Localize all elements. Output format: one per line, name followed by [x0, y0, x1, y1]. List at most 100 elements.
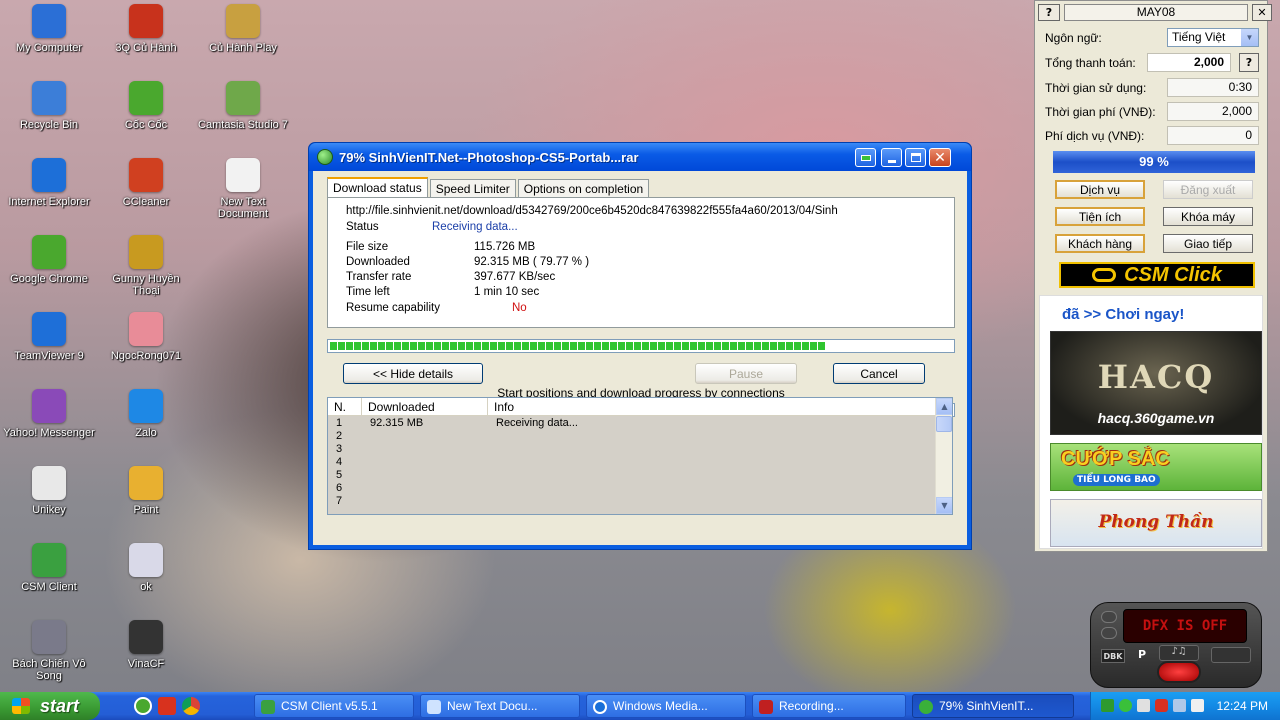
desktop-icon[interactable]: Camtasia Studio 7: [195, 81, 291, 131]
taskbar-windows-media[interactable]: Windows Media...: [586, 694, 746, 718]
idm-tray-icon[interactable]: [1119, 699, 1132, 712]
row-downloaded: [362, 443, 488, 456]
table-row[interactable]: 7: [328, 495, 952, 508]
service-button[interactable]: Dịch vụ: [1055, 180, 1145, 199]
scroll-thumb[interactable]: [936, 416, 952, 432]
desktop-icon[interactable]: Google Chrome: [1, 235, 97, 285]
desktop-icon[interactable]: Paint: [98, 466, 194, 516]
desktop-icon[interactable]: My Computer: [1, 4, 97, 54]
chrome-icon[interactable]: [182, 697, 200, 715]
media-power-icon[interactable]: [1157, 661, 1201, 683]
time-used-label: Thời gian sử dụng:: [1045, 81, 1147, 95]
transfer-rate-value: 397.677 KB/sec: [474, 271, 556, 283]
desktop-icon[interactable]: Zalo: [98, 389, 194, 439]
column-n[interactable]: N.: [328, 398, 362, 415]
desktop-icon[interactable]: New Text Document: [195, 158, 291, 220]
column-downloaded[interactable]: Downloaded: [362, 398, 488, 415]
communicate-button[interactable]: Giao tiếp: [1163, 234, 1253, 253]
taskbar-idm-download[interactable]: 79% SinhVienIT...: [912, 694, 1074, 718]
utilities-button[interactable]: Tiện ích: [1055, 207, 1145, 226]
csm-logo-text: CSM Click: [1124, 263, 1222, 286]
scroll-up-button[interactable]: ▲: [936, 398, 952, 415]
desktop-icon[interactable]: Yahoo! Messenger: [1, 389, 97, 439]
hide-details-button[interactable]: << Hide details: [343, 363, 483, 384]
desktop-icon[interactable]: Củ Hành Play: [195, 4, 291, 54]
media-down-button[interactable]: [1101, 627, 1117, 639]
monitor-icon[interactable]: [1173, 699, 1186, 712]
pause-button[interactable]: Pause: [695, 363, 797, 384]
media-dbk-button[interactable]: DBK: [1101, 649, 1125, 663]
promo-text[interactable]: đã >> Chơi ngay!: [1062, 306, 1184, 323]
idm-download-window[interactable]: 79% SinhVienIT.Net--Photoshop-CS5-Portab…: [308, 142, 972, 550]
idm-tray-button[interactable]: [855, 148, 876, 167]
camtasia-icon: [226, 81, 260, 115]
desktop-icon[interactable]: CCleaner: [98, 158, 194, 208]
row-number: 2: [336, 430, 343, 442]
desktop-icon[interactable]: Internet Explorer: [1, 158, 97, 208]
service-fee-value: 0: [1167, 126, 1259, 145]
row-downloaded: [362, 456, 488, 469]
desktop-icon[interactable]: Cốc Cốc: [98, 81, 194, 131]
cancel-button[interactable]: Cancel: [833, 363, 925, 384]
desktop-icon[interactable]: Recycle Bin: [1, 81, 97, 131]
csm-help-button[interactable]: ?: [1038, 4, 1060, 21]
ad-banner-phong-than[interactable]: Phong Thần: [1050, 499, 1262, 547]
csm-client-icon: [32, 543, 66, 577]
desktop-icon-label: Camtasia Studio 7: [198, 119, 288, 131]
connections-list[interactable]: N. Downloaded Info 1 92.315 MB Receiving d…: [327, 397, 953, 515]
language-select[interactable]: Tiếng Việt ▼: [1167, 28, 1259, 47]
media-p-button[interactable]: P: [1133, 647, 1151, 663]
csm-close-button[interactable]: ✕: [1252, 4, 1272, 21]
pdf-icon[interactable]: [158, 697, 176, 715]
total-help-button[interactable]: ?: [1239, 53, 1259, 72]
clock[interactable]: 12:24 PM: [1217, 699, 1268, 713]
shield-icon[interactable]: [1155, 699, 1168, 712]
desktop-icon[interactable]: ok: [98, 543, 194, 593]
vertical-scrollbar[interactable]: ▲ ▼: [935, 398, 952, 514]
column-info[interactable]: Info: [488, 398, 926, 415]
table-row[interactable]: 2: [328, 430, 952, 443]
table-row[interactable]: 6: [328, 482, 952, 495]
desktop-icon[interactable]: 3Q Củ Hành: [98, 4, 194, 54]
table-row[interactable]: 1 92.315 MB Receiving data...: [328, 417, 952, 430]
lock-machine-button[interactable]: Khóa máy: [1163, 207, 1253, 226]
desktop-icon[interactable]: CSM Client: [1, 543, 97, 593]
coccoc-icon[interactable]: [134, 697, 152, 715]
table-row[interactable]: 5: [328, 469, 952, 482]
minimize-button[interactable]: [881, 148, 902, 167]
ad-banner-cuop-sac[interactable]: CƯỚP SẮC TIỂU LONG BAO: [1050, 443, 1262, 491]
csm-usage-bar: 99 %: [1053, 151, 1255, 173]
taskbar-new-text-document[interactable]: New Text Docu...: [420, 694, 580, 718]
desktop-icon[interactable]: NgocRong071: [98, 312, 194, 362]
tab-options-on-completion[interactable]: Options on completion: [517, 179, 650, 197]
table-row[interactable]: 3: [328, 443, 952, 456]
scroll-down-button[interactable]: ▼: [936, 497, 952, 514]
desktop-icon[interactable]: Gunny Huyền Thoại: [98, 235, 194, 297]
tab-speed-limiter[interactable]: Speed Limiter: [429, 179, 516, 197]
csm-click-logo[interactable]: CSM Click: [1059, 262, 1255, 288]
logout-button[interactable]: Đăng xuất: [1163, 180, 1253, 199]
desktop-icon[interactable]: VinaCF: [98, 620, 194, 670]
media-note-icon[interactable]: ♪♫: [1159, 645, 1199, 661]
table-row[interactable]: 4: [328, 456, 952, 469]
maximize-button[interactable]: [905, 148, 926, 167]
taskbar-recording[interactable]: Recording...: [752, 694, 906, 718]
start-button[interactable]: start: [0, 692, 100, 720]
customer-button[interactable]: Khách hàng: [1055, 234, 1145, 253]
network-icon[interactable]: [1101, 699, 1114, 712]
desktop-icon[interactable]: Unikey: [1, 466, 97, 516]
time-left-value: 1 min 10 sec: [474, 286, 540, 298]
desktop-icon[interactable]: TeamViewer 9: [1, 312, 97, 362]
volume-icon[interactable]: [1191, 699, 1204, 712]
tab-download-status[interactable]: Download status: [327, 177, 428, 197]
desktop-icon[interactable]: Bách Chiến Vô Song: [1, 620, 97, 682]
time-fee-value: 2,000: [1167, 102, 1259, 121]
status-value: Receiving data...: [432, 221, 518, 233]
close-button[interactable]: ✕: [929, 148, 951, 167]
desktop-icon-label: Google Chrome: [10, 273, 88, 285]
media-up-button[interactable]: [1101, 611, 1117, 623]
media-extra-button[interactable]: [1211, 647, 1251, 663]
taskbar-csm-client[interactable]: CSM Client v5.5.1: [254, 694, 414, 718]
ad-banner-hacq[interactable]: HACQ hacq.360game.vn: [1050, 331, 1262, 435]
antivirus-icon[interactable]: [1137, 699, 1150, 712]
